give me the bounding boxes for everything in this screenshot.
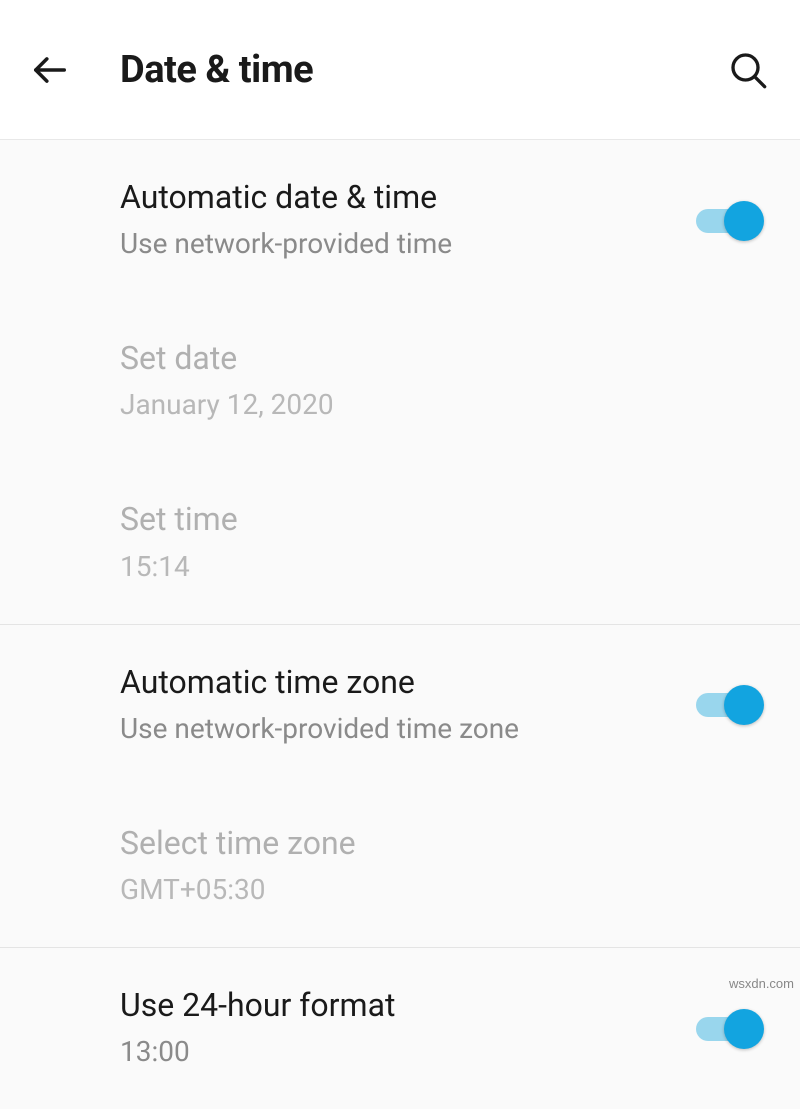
header: Date & time bbox=[0, 0, 800, 140]
watermark: wsxdn.com bbox=[729, 976, 794, 991]
row-automatic-time-zone[interactable]: Automatic time zone Use network-provided… bbox=[0, 624, 800, 786]
toggle-automatic-time-zone[interactable] bbox=[696, 683, 764, 727]
row-title: Set time bbox=[120, 498, 764, 541]
toggle-thumb bbox=[724, 1009, 764, 1049]
row-text: Automatic time zone Use network-provided… bbox=[120, 661, 696, 750]
row-subtitle: GMT+05:30 bbox=[120, 869, 764, 911]
search-icon[interactable] bbox=[724, 46, 772, 94]
row-subtitle: Use network-provided time zone bbox=[120, 708, 696, 750]
row-set-time: Set time 15:14 bbox=[0, 462, 800, 623]
row-subtitle: January 12, 2020 bbox=[120, 384, 764, 426]
row-text: Use 24-hour format 13:00 bbox=[120, 984, 696, 1073]
settings-list: Automatic date & time Use network-provid… bbox=[0, 140, 800, 1109]
page-title: Date & time bbox=[120, 48, 724, 92]
row-subtitle: 13:00 bbox=[120, 1031, 696, 1073]
row-subtitle: Use network-provided time bbox=[120, 223, 696, 265]
toggle-thumb bbox=[724, 685, 764, 725]
row-automatic-date-time[interactable]: Automatic date & time Use network-provid… bbox=[0, 140, 800, 301]
row-set-date: Set date January 12, 2020 bbox=[0, 301, 800, 462]
row-text: Set time 15:14 bbox=[120, 498, 764, 587]
toggle-automatic-date-time[interactable] bbox=[696, 199, 764, 243]
row-use-24-hour-format[interactable]: Use 24-hour format 13:00 bbox=[0, 947, 800, 1109]
row-text: Set date January 12, 2020 bbox=[120, 337, 764, 426]
row-text: Select time zone GMT+05:30 bbox=[120, 822, 764, 911]
row-title: Select time zone bbox=[120, 822, 764, 865]
toggle-thumb bbox=[724, 201, 764, 241]
row-select-time-zone: Select time zone GMT+05:30 bbox=[0, 786, 800, 947]
row-subtitle: 15:14 bbox=[120, 546, 764, 588]
row-title: Set date bbox=[120, 337, 764, 380]
row-title: Use 24-hour format bbox=[120, 984, 696, 1027]
back-icon[interactable] bbox=[28, 48, 72, 92]
row-text: Automatic date & time Use network-provid… bbox=[120, 176, 696, 265]
row-title: Automatic time zone bbox=[120, 661, 696, 704]
toggle-24-hour-format[interactable] bbox=[696, 1007, 764, 1051]
row-title: Automatic date & time bbox=[120, 176, 696, 219]
